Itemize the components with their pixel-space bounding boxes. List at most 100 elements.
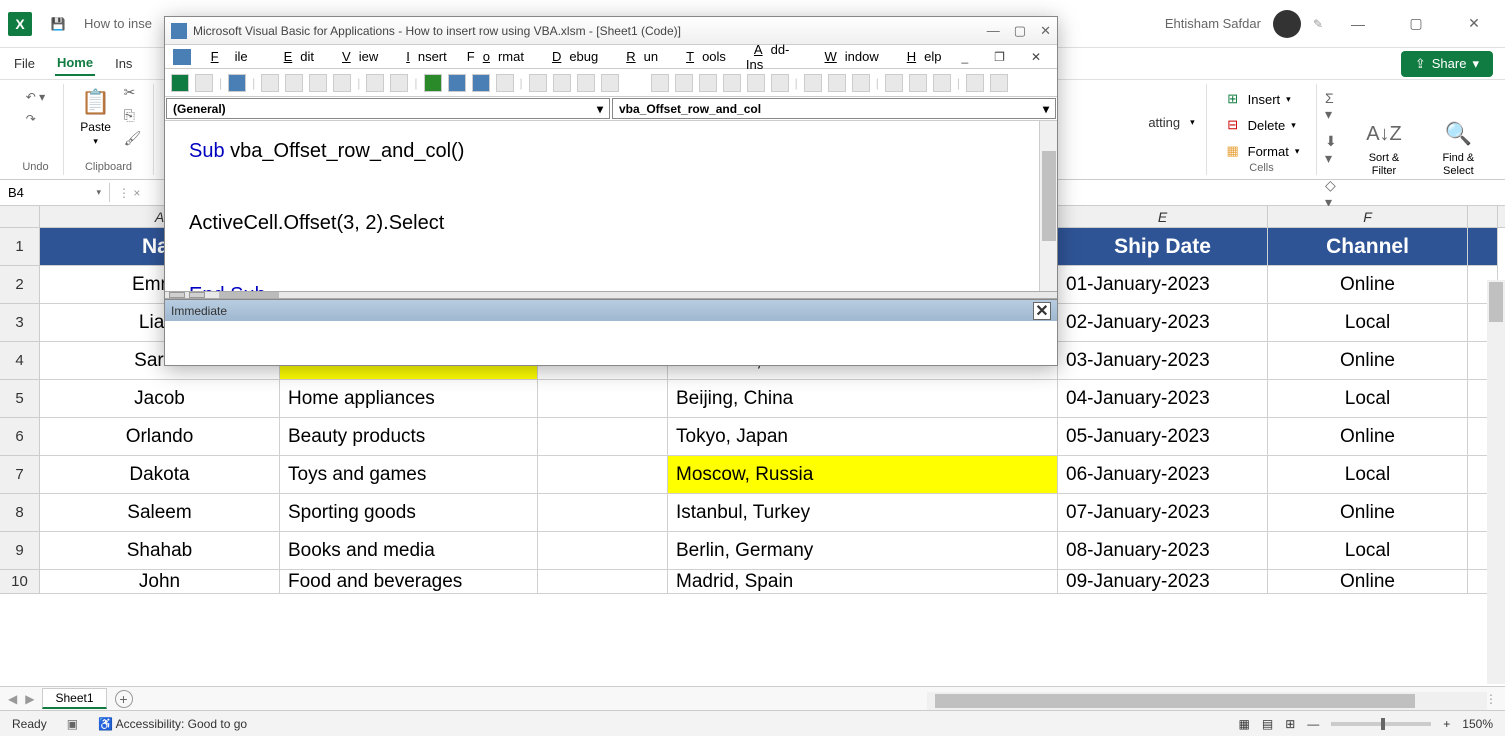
- vba-tool-copy-icon[interactable]: [285, 74, 303, 92]
- sheet-nav-next[interactable]: ▶: [25, 692, 34, 706]
- cell[interactable]: 02-January-2023: [1058, 304, 1268, 342]
- vba-tool-uncomment-icon[interactable]: [747, 74, 765, 92]
- row-header[interactable]: 4: [0, 342, 40, 380]
- vba-menu-help[interactable]: Help: [891, 47, 950, 66]
- cell[interactable]: 01-January-2023: [1058, 266, 1268, 304]
- cell[interactable]: Tokyo, Japan: [668, 418, 1058, 456]
- cell[interactable]: Shahab: [40, 532, 280, 570]
- row-header[interactable]: 1: [0, 228, 40, 266]
- autosum-icon[interactable]: Σ ▾: [1325, 90, 1344, 123]
- vba-tool-misc1-icon[interactable]: [885, 74, 903, 92]
- vba-tool-reset-icon[interactable]: [472, 74, 490, 92]
- vba-menu-file[interactable]: File: [195, 47, 264, 66]
- vba-tool-misc3-icon[interactable]: [933, 74, 951, 92]
- zoom-level[interactable]: 150%: [1462, 717, 1493, 731]
- cell[interactable]: Beauty products: [280, 418, 538, 456]
- find-select-button[interactable]: 🔍 Find & Select: [1428, 116, 1489, 178]
- cell[interactable]: Moscow, Russia: [668, 456, 1058, 494]
- vba-close-button[interactable]: ✕: [1040, 23, 1051, 39]
- view-page-break-icon[interactable]: ⊞: [1285, 717, 1295, 731]
- cell[interactable]: Local: [1268, 532, 1468, 570]
- cell[interactable]: Madrid, Spain: [668, 570, 1058, 594]
- cell[interactable]: [538, 456, 668, 494]
- vba-menu-insert[interactable]: Insert: [390, 47, 455, 66]
- cell[interactable]: 06-January-2023: [1058, 456, 1268, 494]
- delete-cells-button[interactable]: ⊟Delete ▾: [1220, 114, 1300, 136]
- insert-cells-button[interactable]: ⊞Insert ▾: [1220, 88, 1295, 110]
- vba-procedure-view-icon[interactable]: [189, 292, 205, 298]
- vertical-scrollbar[interactable]: [1487, 280, 1505, 684]
- vba-tool-excel-icon[interactable]: [171, 74, 189, 92]
- tab-file[interactable]: File: [12, 52, 37, 75]
- vba-maximize-button[interactable]: ▢: [1014, 23, 1026, 39]
- row-header[interactable]: 8: [0, 494, 40, 532]
- cell[interactable]: Online: [1268, 418, 1468, 456]
- vba-menu-window[interactable]: Window: [808, 47, 886, 66]
- macro-record-icon[interactable]: ▣: [67, 717, 78, 731]
- vba-tool-comment-icon[interactable]: [723, 74, 741, 92]
- vba-tool-toolbox-icon[interactable]: [601, 74, 619, 92]
- cell[interactable]: [538, 570, 668, 594]
- vba-tool-object-icon[interactable]: [577, 74, 595, 92]
- vba-tool-run-icon[interactable]: [424, 74, 442, 92]
- undo-icon[interactable]: ↶ ▾: [26, 90, 45, 104]
- cell[interactable]: 05-January-2023: [1058, 418, 1268, 456]
- vba-menu-format[interactable]: Format: [459, 47, 532, 66]
- cell[interactable]: [538, 532, 668, 570]
- cut-icon[interactable]: ✂: [124, 84, 142, 101]
- sheet-tab-sheet1[interactable]: Sheet1: [42, 688, 106, 709]
- maximize-button[interactable]: ▢: [1393, 8, 1439, 40]
- vba-tool-breakpoint-icon[interactable]: [699, 74, 717, 92]
- vba-procedure-dropdown[interactable]: vba_Offset_row_and_col▾: [612, 98, 1056, 119]
- vba-tool-clear-bookmark-icon[interactable]: [852, 74, 870, 92]
- cell[interactable]: Local: [1268, 304, 1468, 342]
- vba-tool-outdent-icon[interactable]: [675, 74, 693, 92]
- cell[interactable]: [538, 494, 668, 532]
- cell[interactable]: John: [40, 570, 280, 594]
- row-header[interactable]: 9: [0, 532, 40, 570]
- cell[interactable]: 08-January-2023: [1058, 532, 1268, 570]
- paste-button[interactable]: 📋 Paste ▾: [76, 84, 116, 149]
- vba-tool-paste-icon[interactable]: [309, 74, 327, 92]
- format-cells-button[interactable]: ▦Format ▾: [1220, 140, 1304, 162]
- tab-home[interactable]: Home: [55, 51, 95, 76]
- vba-object-dropdown[interactable]: (General)▾: [166, 98, 610, 119]
- avatar[interactable]: [1273, 10, 1301, 38]
- vba-tool-redo-icon[interactable]: [390, 74, 408, 92]
- vba-mdi-restore[interactable]: ❐: [986, 48, 1013, 66]
- vba-tool-bookmark-icon[interactable]: [771, 74, 789, 92]
- conditional-formatting-label[interactable]: atting: [1148, 115, 1180, 130]
- vba-menu-edit[interactable]: Edit: [268, 47, 322, 66]
- cell[interactable]: 07-January-2023: [1058, 494, 1268, 532]
- sort-filter-button[interactable]: A↓Z Sort & Filter: [1356, 116, 1411, 178]
- sheet-nav-prev[interactable]: ◀: [8, 692, 17, 706]
- vba-mdi-minimize[interactable]: _: [953, 48, 976, 66]
- fill-icon[interactable]: ⬇ ▾: [1325, 133, 1344, 167]
- vba-tool-save-icon[interactable]: [228, 74, 246, 92]
- row-header[interactable]: 7: [0, 456, 40, 494]
- view-normal-icon[interactable]: ▦: [1239, 717, 1250, 731]
- cell[interactable]: [538, 380, 668, 418]
- cell[interactable]: Jacob: [40, 380, 280, 418]
- vba-system-icon[interactable]: [173, 49, 191, 65]
- cell[interactable]: Dakota: [40, 456, 280, 494]
- vba-tool-prev-bookmark-icon[interactable]: [828, 74, 846, 92]
- row-header[interactable]: 5: [0, 380, 40, 418]
- cell[interactable]: Local: [1268, 456, 1468, 494]
- cell[interactable]: Toys and games: [280, 456, 538, 494]
- cell[interactable]: Books and media: [280, 532, 538, 570]
- vba-menu-view[interactable]: View: [326, 47, 386, 66]
- cell[interactable]: Food and beverages: [280, 570, 538, 594]
- zoom-out-icon[interactable]: —: [1307, 717, 1319, 731]
- vba-menu-debug[interactable]: Debug: [536, 47, 606, 66]
- ribbon-mode-icon[interactable]: ✎: [1313, 17, 1323, 31]
- redo-icon[interactable]: ↷: [26, 112, 36, 126]
- fx-icon[interactable]: ⋮ ×: [110, 186, 148, 200]
- cell[interactable]: 09-January-2023: [1058, 570, 1268, 594]
- vba-tool-cut-icon[interactable]: [261, 74, 279, 92]
- cell[interactable]: Online: [1268, 266, 1468, 304]
- save-icon[interactable]: 💾: [48, 14, 68, 34]
- cell[interactable]: Istanbul, Turkey: [668, 494, 1058, 532]
- cell[interactable]: Online: [1268, 494, 1468, 532]
- vba-immediate-close-button[interactable]: ✕: [1033, 302, 1051, 320]
